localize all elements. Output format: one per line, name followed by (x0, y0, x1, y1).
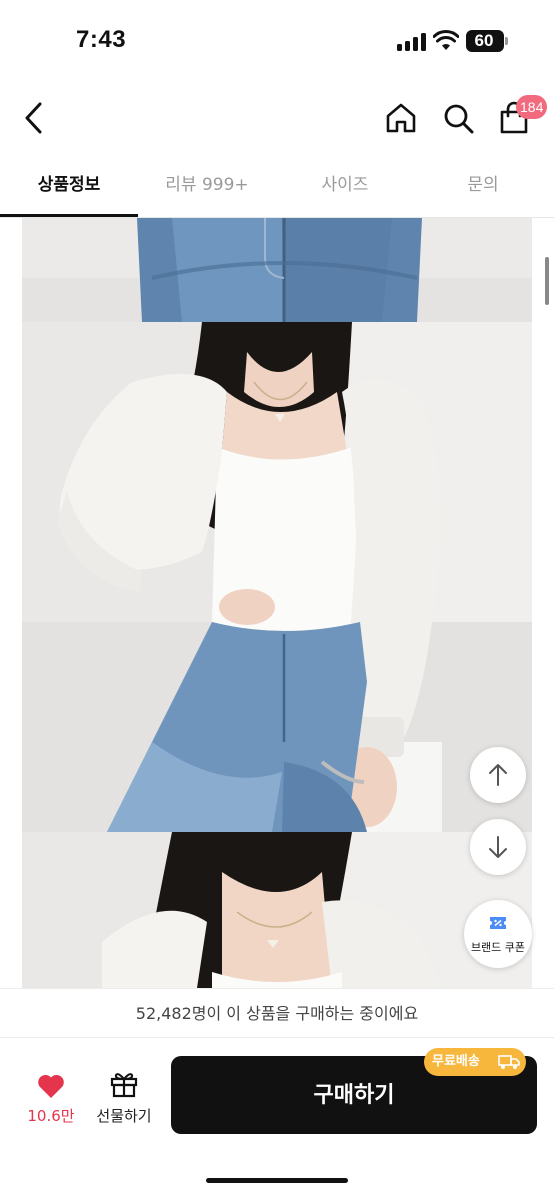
free-shipping-label: 무료배송 (432, 1054, 480, 1069)
tab-product-info[interactable]: 상품정보 (0, 160, 138, 218)
cart-count-badge: 184 (516, 95, 548, 119)
scroll-down-button[interactable] (470, 819, 526, 875)
search-icon[interactable] (440, 100, 476, 136)
battery-icon: 60 (466, 30, 508, 52)
back-icon[interactable] (20, 100, 48, 136)
active-tab-indicator (0, 214, 138, 217)
scroll-up-button[interactable] (470, 747, 526, 803)
heart-icon[interactable] (37, 1073, 65, 1099)
product-photo-1 (22, 218, 532, 322)
tab-reviews[interactable]: 리뷰 999+ (138, 160, 276, 218)
coupon-icon (490, 917, 506, 929)
like-count: 10.6만 (27, 1107, 75, 1125)
arrow-down-icon (489, 836, 507, 858)
home-indicator (206, 1178, 348, 1183)
wifi-icon (433, 30, 459, 50)
scrollbar-thumb[interactable] (545, 257, 549, 305)
home-icon[interactable] (383, 100, 419, 136)
product-tabs: 상품정보 리뷰 999+ 사이즈 문의 (0, 160, 554, 218)
cellular-signal-icon (397, 33, 427, 51)
top-nav-bar (0, 84, 554, 154)
gift-label[interactable]: 선물하기 (88, 1105, 160, 1126)
brand-coupon-button[interactable]: 브랜드 쿠폰 (464, 900, 532, 968)
battery-level: 60 (474, 31, 494, 50)
product-photo-3 (22, 832, 532, 988)
status-time: 7:43 (76, 26, 127, 53)
truck-icon (498, 1055, 520, 1069)
gift-icon[interactable] (110, 1070, 138, 1098)
free-shipping-badge: 무료배송 (424, 1048, 526, 1076)
brand-coupon-label: 브랜드 쿠폰 (470, 941, 526, 954)
product-photo-2 (22, 322, 532, 832)
arrow-up-icon (489, 764, 507, 786)
tab-size[interactable]: 사이즈 (276, 160, 414, 218)
tab-inquiry[interactable]: 문의 (414, 160, 552, 218)
status-bar: 7:43 60 (0, 0, 554, 84)
buyers-notice: 52,482명이 이 상품을 구매하는 중이에요 (0, 988, 554, 1038)
